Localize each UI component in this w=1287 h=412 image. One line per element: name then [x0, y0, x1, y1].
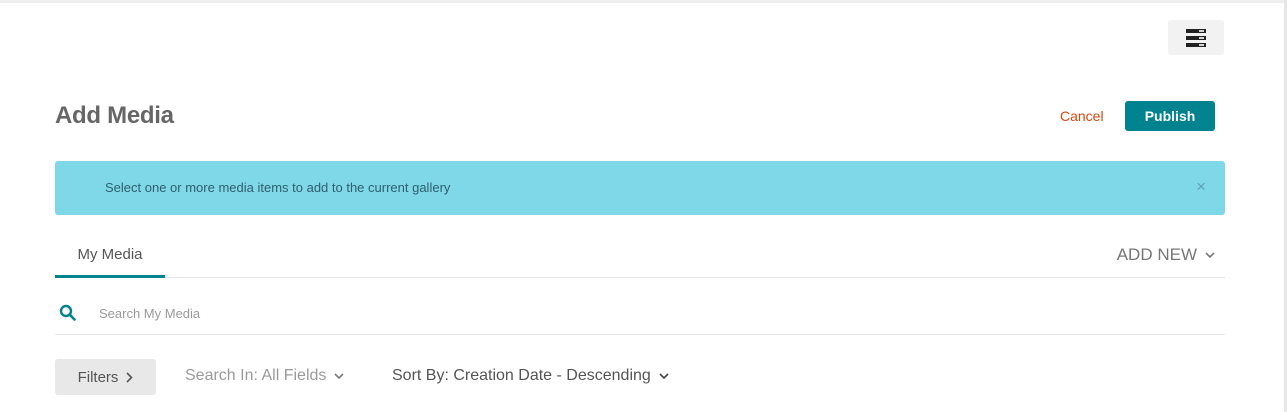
close-icon[interactable]: ×: [1196, 177, 1206, 197]
menu-button[interactable]: [1168, 20, 1224, 55]
list-menu-icon: [1186, 28, 1206, 47]
chevron-down-icon: [1205, 251, 1215, 259]
cancel-button[interactable]: Cancel: [1060, 108, 1104, 124]
search-in-dropdown[interactable]: Search In: All Fields: [185, 367, 344, 385]
sort-by-label: Sort By: Creation Date - Descending: [392, 367, 651, 384]
add-new-label: ADD NEW: [1116, 245, 1197, 264]
chevron-down-icon: [659, 372, 669, 380]
chevron-right-icon: [126, 371, 134, 383]
page-title: Add Media: [55, 102, 174, 129]
search-in-label: Search In: All Fields: [185, 367, 327, 384]
alert-message: Select one or more media items to add to…: [105, 180, 451, 195]
tab-label: My Media: [77, 246, 143, 263]
media-tabs: My Media ADD NEW: [55, 238, 1225, 278]
filters-button[interactable]: Filters: [55, 359, 156, 395]
tab-my-media[interactable]: My Media: [55, 238, 165, 278]
publish-button[interactable]: Publish: [1125, 101, 1215, 131]
search-icon[interactable]: [59, 304, 77, 322]
sort-by-dropdown[interactable]: Sort By: Creation Date - Descending: [392, 367, 669, 385]
add-new-dropdown[interactable]: ADD NEW: [1117, 245, 1215, 265]
filters-label: Filters: [77, 368, 119, 386]
top-border: [0, 0, 1287, 3]
search-input[interactable]: [99, 302, 1099, 324]
search-bar: [55, 292, 1225, 335]
chevron-down-icon: [334, 372, 344, 380]
info-alert: Select one or more media items to add to…: [55, 161, 1225, 215]
